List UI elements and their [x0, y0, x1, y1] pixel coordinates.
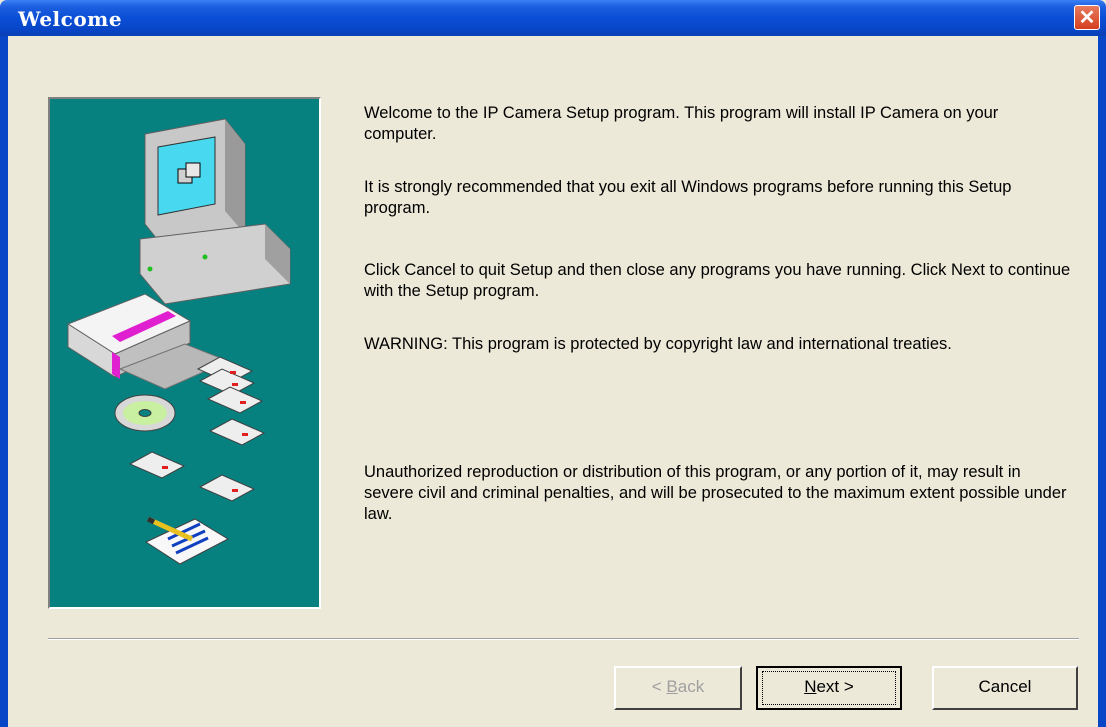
back-button-label: ack	[677, 677, 705, 696]
legal-paragraph: Unauthorized reproduction or distributio…	[364, 463, 1067, 523]
recommendation-paragraph: It is strongly recommended that you exit…	[364, 178, 1012, 217]
warning-paragraph: WARNING: This program is protected by co…	[364, 335, 952, 353]
focus-rectangle	[762, 671, 896, 705]
button-separator	[48, 638, 1079, 640]
back-button-prefix: <	[651, 677, 667, 696]
close-icon: ✕	[1078, 7, 1096, 29]
close-button[interactable]: ✕	[1074, 5, 1100, 30]
cancel-button-label: Cancel	[978, 677, 1032, 696]
computer-illustration	[139, 118, 291, 305]
title-bar[interactable]: Welcome ✕	[0, 0, 1106, 36]
cancel-button[interactable]: Cancel	[932, 666, 1078, 710]
setup-illustration-panel	[48, 97, 321, 609]
cd-illustration	[114, 394, 176, 432]
pencil-paper-illustration	[144, 516, 230, 565]
back-button-mnemonic: B	[666, 677, 678, 696]
setup-window: Welcome ✕ Welcome to the IP Camera Setup…	[0, 0, 1106, 727]
back-button[interactable]: < Back	[614, 666, 742, 710]
next-button[interactable]: Next >	[756, 666, 902, 710]
intro-paragraph: Welcome to the IP Camera Setup program. …	[364, 104, 999, 143]
window-frame-left	[0, 36, 8, 727]
setup-illustration	[66, 118, 291, 565]
software-box-illustration	[66, 293, 230, 390]
instructions-paragraph: Click Cancel to quit Setup and then clos…	[364, 261, 1071, 300]
window-frame-right	[1098, 36, 1106, 727]
window-title: Welcome	[18, 7, 123, 31]
